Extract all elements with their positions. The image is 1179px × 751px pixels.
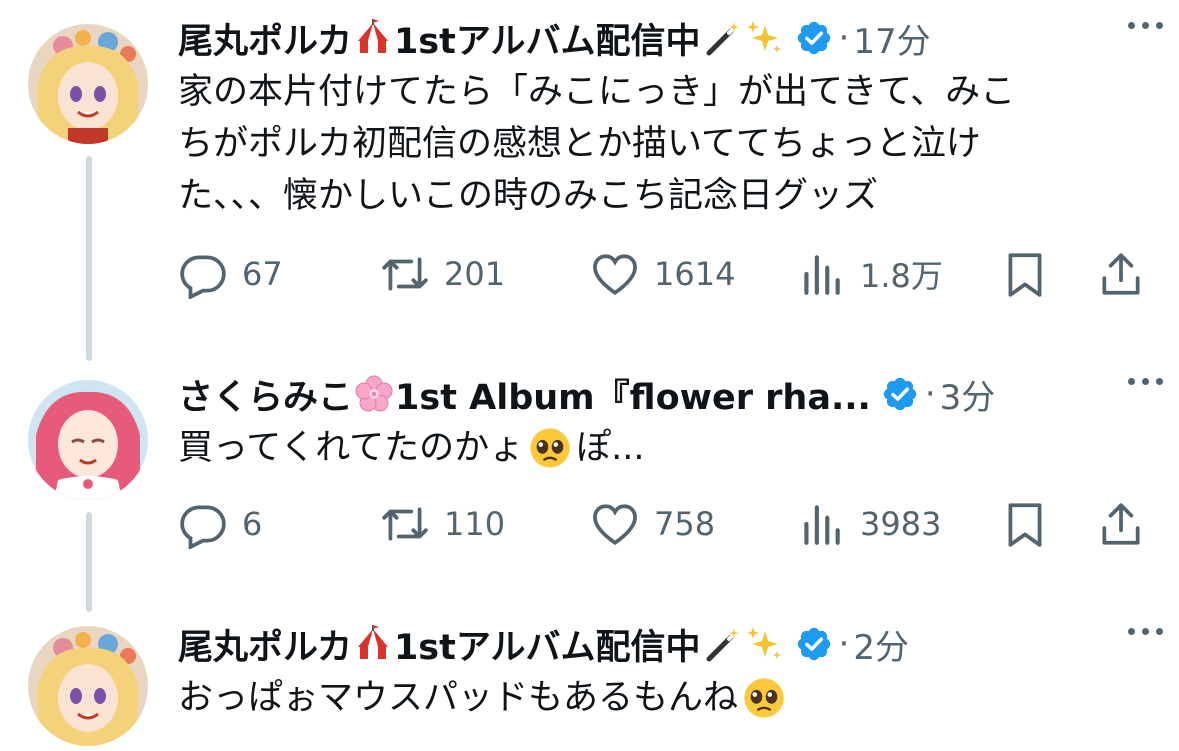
- avatar[interactable]: [28, 380, 148, 500]
- tweet-text: 家の本片付けてたら「みこにっき」が出てきて、みこ ちがポルカ初配信の感想とか描い…: [178, 72, 1016, 216]
- avatar[interactable]: [28, 24, 148, 144]
- timestamp[interactable]: 2分: [853, 620, 909, 669]
- retweet-button[interactable]: 201: [380, 244, 505, 304]
- views-button[interactable]: 3983: [796, 494, 941, 554]
- magic-wand-emoji: [706, 22, 739, 56]
- bookmark-button[interactable]: [1000, 494, 1064, 554]
- retweet-icon: [382, 257, 428, 291]
- more-options-icon[interactable]: [1128, 22, 1163, 29]
- bookmark-icon: [1008, 253, 1042, 297]
- heart-icon: [593, 504, 637, 545]
- like-count: 1614: [654, 255, 736, 293]
- reply-count: 6: [242, 505, 263, 543]
- tweet-header: 尾丸ポルカ 1stアルバム配信中 · 17分: [178, 8, 1159, 68]
- verified-badge-icon: [797, 627, 830, 661]
- tweet-header: さくらみこ 1st Album『flower rha... · 3分: [178, 364, 1159, 424]
- tweet-header: 尾丸ポルカ 1stアルバム配信中 · 2分: [178, 614, 1159, 674]
- cherry-blossom-emoji: [355, 375, 393, 412]
- share-icon: [1102, 253, 1140, 295]
- views-button[interactable]: 1.8万: [796, 244, 943, 304]
- tweet-text: 買ってくれてたのかょ ぽ...: [178, 428, 645, 468]
- share-button[interactable]: [1096, 244, 1160, 304]
- bookmark-button[interactable]: [1000, 244, 1064, 304]
- retweet-count: 110: [444, 505, 506, 543]
- view-count: 3983: [860, 505, 942, 543]
- user-name[interactable]: 尾丸ポルカ 1stアルバム配信中: [178, 13, 785, 64]
- tweet[interactable]: 尾丸ポルカ 1stアルバム配信中 · 17分 家の本片付けてたら「みこにっき」が…: [0, 8, 1179, 338]
- like-count: 758: [654, 505, 716, 543]
- avatar[interactable]: [28, 626, 148, 746]
- sparkles-emoji: [746, 21, 781, 53]
- timestamp[interactable]: 3分: [940, 370, 996, 419]
- like-button[interactable]: 1614: [590, 244, 735, 304]
- bookmark-icon: [1008, 503, 1042, 547]
- reply-icon: [180, 255, 226, 299]
- heart-icon: [593, 254, 637, 295]
- share-icon: [1102, 503, 1140, 545]
- like-button[interactable]: 758: [590, 494, 715, 554]
- tweet[interactable]: 尾丸ポルカ 1stアルバム配信中 · 2分 おっぱぉマウスパッドもあるもんね: [0, 614, 1179, 751]
- sparkles-emoji: [746, 627, 781, 659]
- view-count: 1.8万: [860, 257, 943, 295]
- verified-badge-icon: [883, 377, 917, 411]
- pleading-face-emoji: [530, 428, 570, 468]
- reply-button[interactable]: 67: [178, 244, 283, 304]
- action-bar: 6 110 758 3983: [178, 494, 1148, 554]
- more-options-icon[interactable]: [1128, 628, 1163, 635]
- reply-button[interactable]: 6: [178, 494, 262, 554]
- verified-badge-icon: [797, 21, 830, 55]
- circus-tent-emoji: [357, 625, 388, 659]
- reply-icon: [180, 505, 226, 549]
- retweet-button[interactable]: 110: [380, 494, 505, 554]
- more-options-icon[interactable]: [1128, 378, 1163, 385]
- views-chart-icon: [804, 505, 840, 545]
- circus-tent-emoji: [357, 19, 388, 53]
- user-name[interactable]: さくらみこ 1st Album『flower rha...: [178, 369, 871, 420]
- share-button[interactable]: [1096, 494, 1160, 554]
- tweet-text: おっぱぉマウスパッドもあるもんね: [178, 672, 1138, 724]
- magic-wand-emoji: [706, 628, 739, 662]
- tweet[interactable]: さくらみこ 1st Album『flower rha... · 3分 買ってくれ…: [0, 364, 1179, 594]
- user-name[interactable]: 尾丸ポルカ 1stアルバム配信中: [178, 619, 785, 670]
- retweet-icon: [382, 507, 428, 541]
- separator-dot: ·: [838, 624, 850, 664]
- action-bar: 67 201 1614 1.8万: [178, 244, 1148, 304]
- retweet-count: 201: [444, 255, 506, 293]
- reply-count: 67: [242, 255, 283, 293]
- pleading-face-emoji: [744, 678, 784, 718]
- separator-dot: ·: [924, 374, 936, 414]
- views-chart-icon: [804, 255, 840, 295]
- timestamp[interactable]: 17分: [853, 14, 930, 63]
- separator-dot: ·: [838, 18, 850, 58]
